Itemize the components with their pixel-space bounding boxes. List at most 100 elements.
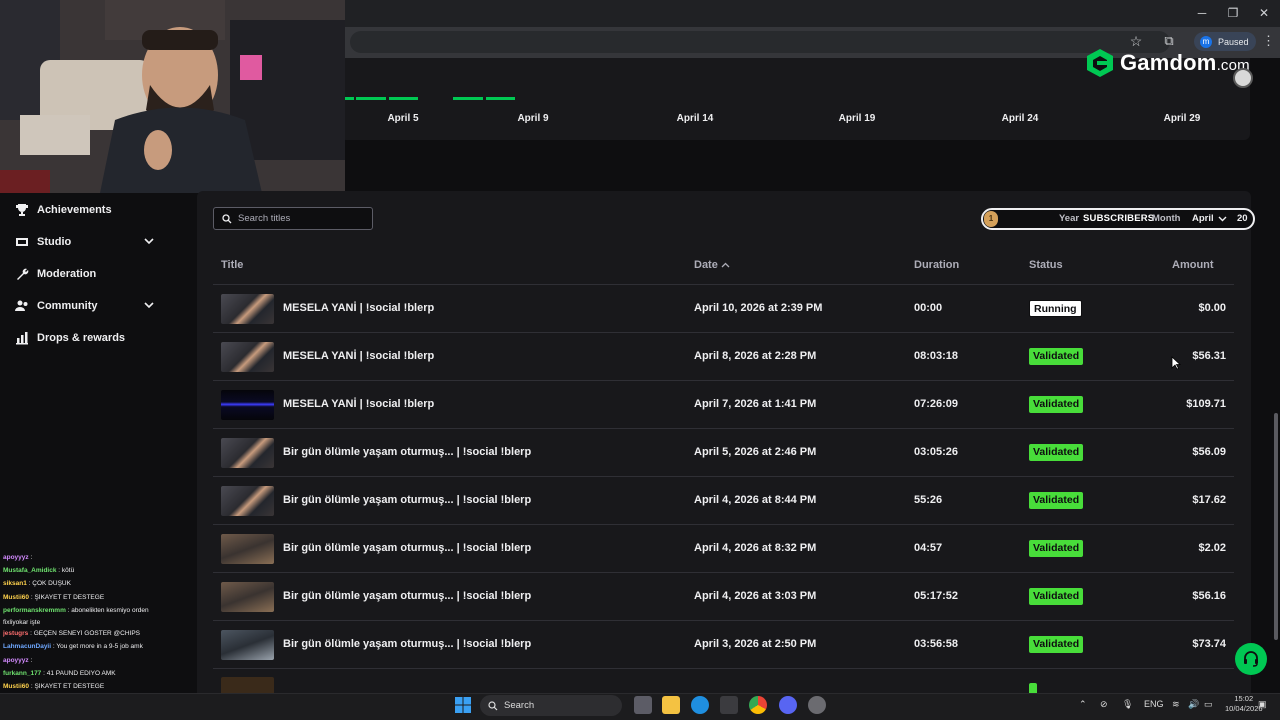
column-header-status[interactable]: Status (1029, 259, 1063, 271)
search-input[interactable] (238, 213, 368, 224)
cell-date: April 8, 2026 at 2:28 PM (694, 350, 817, 362)
app-icon[interactable] (808, 696, 826, 714)
sidebar-item-moderation[interactable]: Moderation (0, 260, 197, 288)
stream-thumbnail (221, 294, 274, 324)
cell-duration: 04:57 (914, 542, 943, 554)
discord-icon[interactable] (779, 696, 797, 714)
network-off-icon[interactable]: ⊘ (1100, 699, 1108, 710)
chrome-icon[interactable] (749, 696, 767, 714)
maximize-button[interactable]: ❐ (1218, 4, 1248, 22)
cell-title[interactable]: Bir gün ölümle yaşam oturmuş... | !socia… (283, 446, 531, 458)
search-titles-field[interactable] (213, 207, 373, 230)
chat-message: Mustafa_Amidick : kötü (3, 567, 195, 574)
close-button[interactable]: ✕ (1249, 4, 1279, 22)
file-explorer-icon[interactable] (662, 696, 680, 714)
chat-username[interactable]: performanskremmm (3, 607, 66, 614)
table-row[interactable]: MESELA YANİ | !social !blerp April 8, 202… (213, 333, 1234, 381)
windows-start-icon[interactable] (455, 697, 471, 713)
chart-date-label: April 5 (387, 113, 419, 124)
user-avatar[interactable] (1233, 68, 1253, 88)
taskbar-search-label: Search (504, 700, 535, 711)
taskbar-clock[interactable]: 15:02 10/04/2026 (1225, 694, 1263, 714)
chat-text: : 41 PAUND EDİYO AMK (43, 670, 116, 677)
cell-title[interactable]: MESELA YANİ | !social !blerp (283, 350, 434, 362)
column-header-date[interactable]: Date (694, 259, 730, 271)
cell-amount: $2.02 (1198, 542, 1226, 554)
volume-icon[interactable]: 🔊 (1188, 699, 1199, 710)
month-select-value: April (1192, 213, 1214, 224)
table-row[interactable]: MESELA YANİ | !social !blerp April 10, 20… (213, 285, 1234, 333)
chat-username[interactable]: apoyyyz (3, 554, 29, 561)
browser-menu-icon[interactable]: ⋮ (1262, 33, 1275, 49)
notifications-icon[interactable]: ▣ (1258, 699, 1267, 710)
chat-text: fixliyokar işte (3, 619, 41, 626)
stream-thumbnail (221, 534, 274, 564)
chat-username[interactable]: Mustii60 (3, 683, 29, 690)
table-row[interactable]: Bir gün ölümle yaşam oturmuş... | !socia… (213, 525, 1234, 573)
battery-icon[interactable]: ▭ (1204, 699, 1213, 710)
cell-duration: 03:56:58 (914, 638, 959, 650)
cell-title[interactable]: Bir gün ölümle yaşam oturmuş... | !socia… (283, 542, 531, 554)
chat-username[interactable]: LahmacunDayii (3, 643, 51, 650)
stream-thumbnail (221, 438, 274, 468)
sidebar-item-achievements[interactable]: Achievements (0, 196, 197, 224)
month-select[interactable]: April (1192, 213, 1227, 224)
chat-message: apoyyyz : (3, 554, 195, 561)
table-row[interactable]: Bir gün ölümle yaşam oturmuş... | !socia… (213, 477, 1234, 525)
sidebar-item-studio[interactable]: Studio (0, 228, 197, 256)
chat-message: jestugrs : GEÇEN SENEYİ GÖSTER @CHIPS (3, 630, 195, 637)
sidebar-item-label: Achievements (37, 204, 112, 216)
status-badge: Running (1029, 300, 1082, 317)
address-bar[interactable] (350, 31, 1170, 53)
table-row[interactable]: MESELA YANİ | !social !blerp April 7, 202… (213, 381, 1234, 429)
chat-username[interactable]: Mustii60 (3, 594, 29, 601)
stream-chat-overlay: apoyyyz : Mustafa_Amidick : kötü siksan1 :… (0, 550, 197, 693)
gamdom-wordmark: Gamdom.com (1120, 50, 1250, 75)
language-indicator[interactable]: ENG (1144, 699, 1164, 709)
chat-username[interactable]: Mustafa_Amidick (3, 567, 56, 574)
minimize-button[interactable]: ─ (1187, 4, 1217, 22)
cell-duration: 55:26 (914, 494, 943, 506)
taskbar-search[interactable]: Search (480, 695, 622, 716)
page-scrollbar[interactable] (1274, 413, 1278, 640)
cell-title[interactable]: Bir gün ölümle yaşam oturmuş... | !socia… (283, 638, 531, 650)
table-row-partial[interactable] (213, 668, 1234, 693)
period-year-option[interactable]: Year (1059, 213, 1079, 224)
film-icon (15, 235, 29, 249)
table-row[interactable]: Bir gün ölümle yaşam oturmuş... | !socia… (213, 573, 1234, 621)
edge-browser-icon[interactable] (691, 696, 709, 714)
subscribers-overlay-label: SUBSCRIBERS (1083, 213, 1155, 224)
cell-title[interactable]: MESELA YANİ | !social !blerp (283, 398, 434, 410)
chat-username[interactable]: furkann_177 (3, 670, 41, 677)
period-month-option[interactable]: Month (1152, 213, 1181, 224)
microsoft-store-icon[interactable] (720, 696, 738, 714)
help-chat-button[interactable] (1235, 643, 1267, 675)
cell-date: April 3, 2026 at 2:50 PM (694, 638, 817, 650)
column-header-title[interactable]: Title (221, 259, 243, 271)
stream-thumbnail (221, 630, 274, 660)
sidebar-item-community[interactable]: Community (0, 292, 197, 320)
microphone-icon[interactable]: 🎙 (1122, 699, 1133, 710)
cell-title[interactable]: Bir gün ölümle yaşam oturmuş... | !socia… (283, 590, 531, 602)
cell-date: April 4, 2026 at 3:03 PM (694, 590, 817, 602)
cell-duration: 00:00 (914, 302, 943, 314)
table-row[interactable]: Bir gün ölümle yaşam oturmuş... | !socia… (213, 621, 1234, 669)
cell-title[interactable]: MESELA YANİ | !social !blerp (283, 302, 434, 314)
year-select-value[interactable]: 20 (1237, 213, 1248, 224)
chat-username[interactable]: jestugrs (3, 630, 28, 637)
cell-title[interactable]: Bir gün ölümle yaşam oturmuş... | !socia… (283, 494, 531, 506)
sidebar-item-drops-rewards[interactable]: Drops & rewards (0, 324, 197, 352)
status-badge: Validated (1029, 444, 1084, 461)
task-view-icon[interactable] (634, 696, 652, 714)
chat-username[interactable]: siksan1 (3, 580, 27, 587)
chevron-down-icon[interactable] (143, 299, 155, 311)
chat-username[interactable]: apoyyyz (3, 657, 29, 664)
cell-amount: $56.09 (1192, 446, 1226, 458)
tray-chevron-up-icon[interactable]: ⌃ (1079, 699, 1087, 710)
table-row[interactable]: Bir gün ölümle yaşam oturmuş... | !socia… (213, 429, 1234, 477)
column-header-duration[interactable]: Duration (914, 259, 959, 271)
column-header-amount[interactable]: Amount (1172, 259, 1214, 271)
chevron-down-icon[interactable] (143, 235, 155, 247)
wifi-icon[interactable]: ≋ (1172, 699, 1180, 710)
search-icon (222, 213, 232, 223)
